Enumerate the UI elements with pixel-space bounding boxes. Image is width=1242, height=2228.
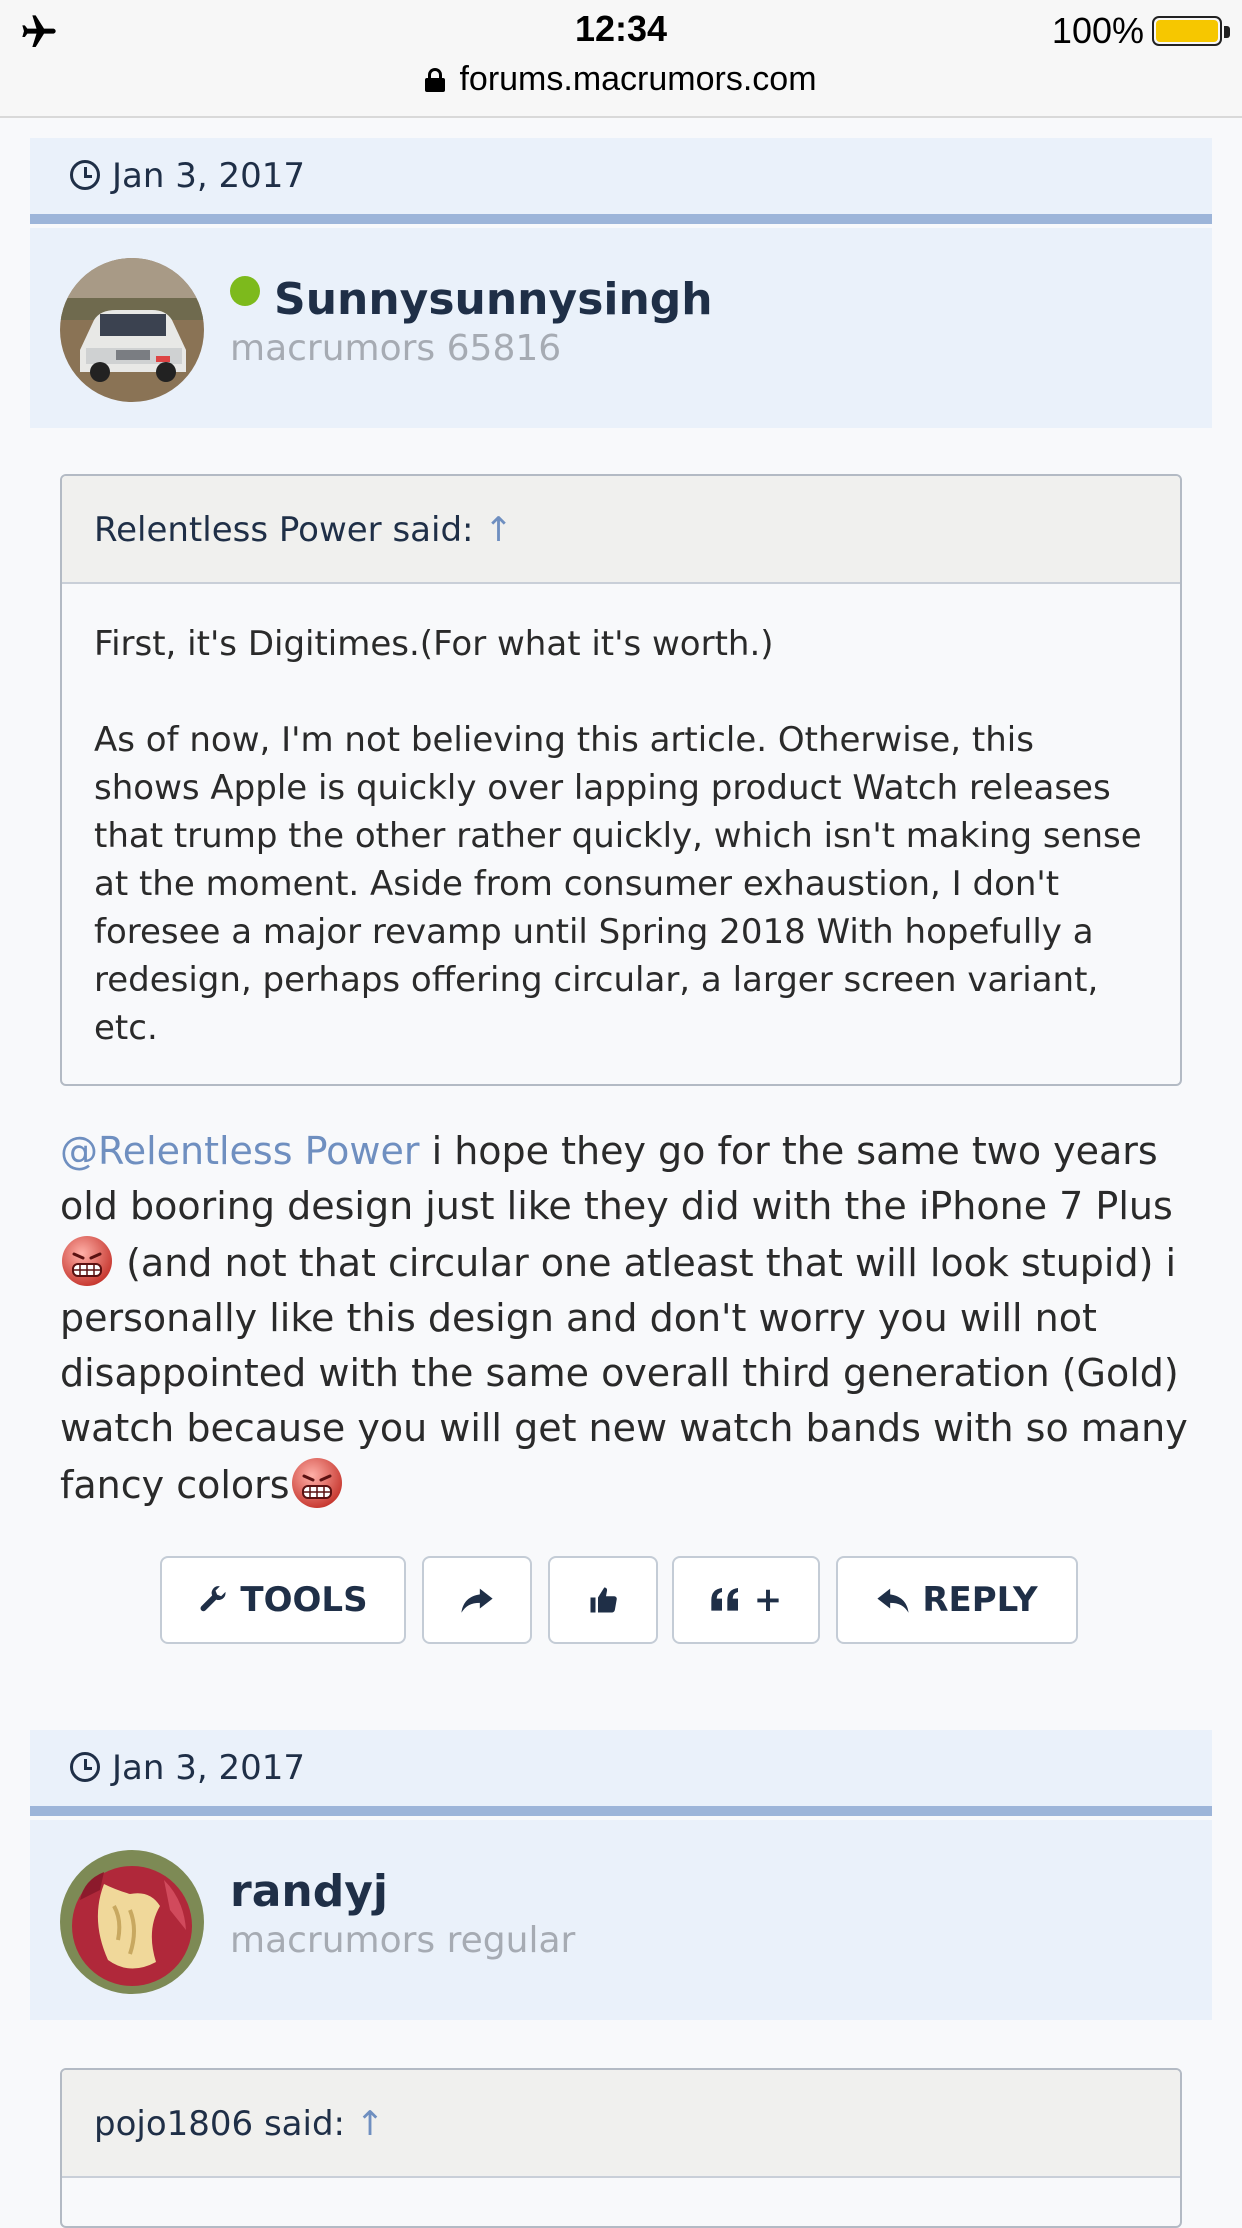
quote-header: Relentless Power said: ↑ (62, 476, 1180, 584)
reply-label: REPLY (922, 1580, 1038, 1620)
user-title: macrumors regular (230, 1920, 576, 1961)
username[interactable]: randyj (230, 1866, 388, 1917)
quote-paragraph: As of now, I'm not believing this articl… (94, 720, 1142, 1048)
multiquote-button[interactable]: + (672, 1556, 820, 1644)
avatar[interactable] (60, 1850, 204, 1994)
share-icon (461, 1588, 493, 1613)
post-date[interactable]: Jan 3, 2017 (112, 1748, 305, 1788)
quote-block: pojo1806 said: ↑ (60, 2068, 1182, 2228)
lock-icon (425, 68, 446, 92)
grimace-emoji-icon (290, 1456, 344, 1510)
user-title: macrumors 65816 (230, 328, 562, 369)
reply-button[interactable]: REPLY (836, 1556, 1078, 1644)
post-message: @Relentless Power i hope they go for the… (60, 1124, 1190, 1513)
quote-jump-link[interactable]: ↑ (356, 2104, 385, 2144)
like-button[interactable] (548, 1556, 658, 1644)
online-status-dot (230, 276, 260, 306)
post-author-block: randyj macrumors regular (30, 1820, 1212, 2020)
quote-header: pojo1806 said: ↑ (62, 2070, 1180, 2178)
share-button[interactable] (422, 1556, 532, 1644)
wrench-icon (200, 1586, 226, 1612)
battery-icon (1152, 16, 1222, 46)
post-author-block: Sunnysunnysingh macrumors 65816 (30, 228, 1212, 428)
battery-percent: 100% (1051, 10, 1144, 51)
status-bar: 12:34 100% forums.macrumors.com (0, 0, 1242, 118)
quote-author: Relentless Power said: (94, 510, 474, 550)
quote-jump-link[interactable]: ↑ (484, 510, 513, 550)
clock-icon (70, 1752, 100, 1782)
tools-button[interactable]: TOOLS (160, 1556, 406, 1644)
quote-paragraph: First, it's Digitimes.(For what it's wor… (94, 624, 774, 664)
reply-icon (877, 1588, 909, 1613)
post-date[interactable]: Jan 3, 2017 (112, 156, 305, 196)
multiquote-label: + (753, 1580, 783, 1620)
clock-icon (70, 160, 100, 190)
quote-body: First, it's Digitimes.(For what it's wor… (62, 584, 1180, 1082)
url-text: forums.macrumors.com (459, 60, 817, 98)
quote-icon (711, 1588, 738, 1611)
post-date-header: Jan 3, 2017 (30, 1730, 1212, 1816)
tools-label: TOOLS (240, 1580, 368, 1620)
username[interactable]: Sunnysunnysingh (274, 274, 713, 325)
url-bar[interactable]: forums.macrumors.com (0, 60, 1242, 99)
quote-block: Relentless Power said: ↑ First, it's Dig… (60, 474, 1182, 1086)
avatar[interactable] (60, 258, 204, 402)
grimace-emoji-icon (60, 1234, 114, 1288)
post-date-header: Jan 3, 2017 (30, 138, 1212, 224)
thumbs-up-icon (590, 1587, 617, 1613)
quote-author: pojo1806 said: (94, 2104, 345, 2144)
message-text: (and not that circular one atleast that … (60, 1241, 1188, 1507)
mention-link[interactable]: @Relentless Power (60, 1129, 420, 1173)
